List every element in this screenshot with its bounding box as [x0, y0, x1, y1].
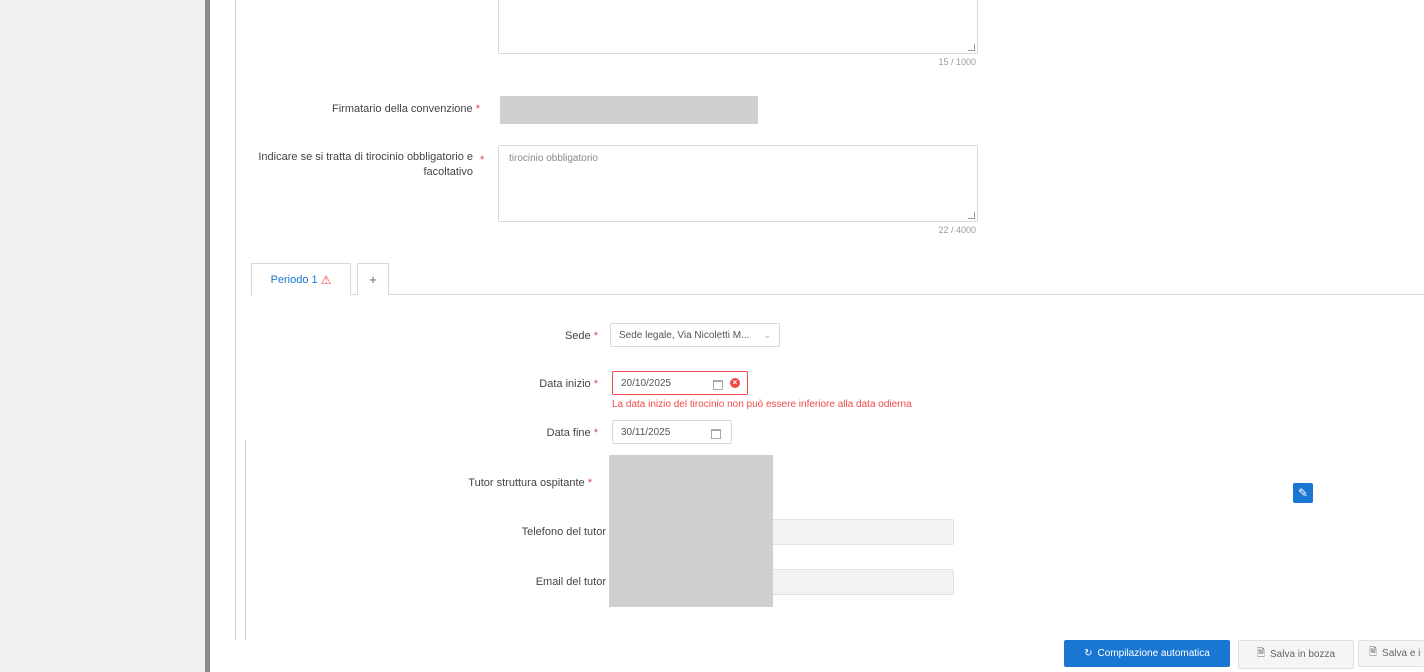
required-mark: * [593, 427, 598, 439]
save-icon: 🗎 [1369, 647, 1378, 658]
sidebar [0, 0, 205, 672]
add-period-tab[interactable]: + [357, 263, 389, 295]
data-inizio-error: La data inizio del tirocinio non può ess… [612, 399, 912, 410]
resize-handle[interactable] [968, 44, 975, 51]
sidebar-divider [205, 0, 210, 672]
save-icon: 🗎 [1256, 648, 1265, 659]
tirocinio-label: Indicare se si tratta di tirocinio obbli… [258, 151, 473, 178]
data-fine-input[interactable]: 30/11/2025 [612, 420, 732, 444]
content-border [235, 0, 236, 640]
tutor-redacted-block [609, 455, 773, 607]
data-inizio-input[interactable]: 20/10/2025 × [612, 371, 748, 395]
data-fine-label: Data fine * [546, 427, 598, 439]
error-icon: × [730, 378, 740, 388]
save-submit-button[interactable]: 🗎 Salva e i [1358, 640, 1424, 667]
chevron-down-icon: ⌄ [763, 329, 771, 340]
save-draft-button[interactable]: 🗎 Salva in bozza [1238, 640, 1354, 669]
sede-label: Sede * [564, 330, 598, 342]
warning-icon: ⚠ [320, 272, 332, 287]
tirocinio-textarea[interactable]: tirocinio obbligatorio [498, 145, 978, 222]
tab-panel-border [245, 440, 246, 640]
required-mark: * [475, 103, 480, 115]
description-textarea[interactable] [498, 0, 978, 54]
refresh-icon: ↻ [1084, 648, 1093, 659]
firmatario-field-redacted[interactable] [500, 96, 758, 124]
auto-compile-button[interactable]: ↻ Compilazione automatica [1064, 640, 1230, 667]
tab-periodo-1[interactable]: Periodo 1 ⚠ [251, 263, 351, 296]
calendar-icon[interactable] [713, 380, 723, 390]
sede-select[interactable]: Sede legale, Via Nicoletti M... ⌄ [610, 323, 780, 347]
edit-icon: ✎ [1297, 486, 1309, 500]
required-mark: * [593, 378, 598, 390]
tirocinio-counter: 22 / 4000 [938, 225, 976, 235]
resize-handle[interactable] [968, 212, 975, 219]
required-mark: * [480, 154, 485, 166]
calendar-icon[interactable] [711, 429, 721, 439]
data-inizio-label: Data inizio * [539, 378, 598, 390]
required-mark: * [593, 330, 598, 342]
required-mark: * [587, 477, 592, 489]
firmatario-label: Firmatario della convenzione * [332, 103, 480, 115]
description-counter: 15 / 1000 [938, 57, 976, 67]
edit-tutor-button[interactable]: ✎ [1293, 483, 1313, 503]
email-label: Email del tutor [535, 576, 606, 588]
telefono-label: Telefono del tutor [521, 526, 606, 538]
tutor-label: Tutor struttura ospitante * [468, 477, 592, 489]
tabs-baseline [250, 294, 1424, 295]
